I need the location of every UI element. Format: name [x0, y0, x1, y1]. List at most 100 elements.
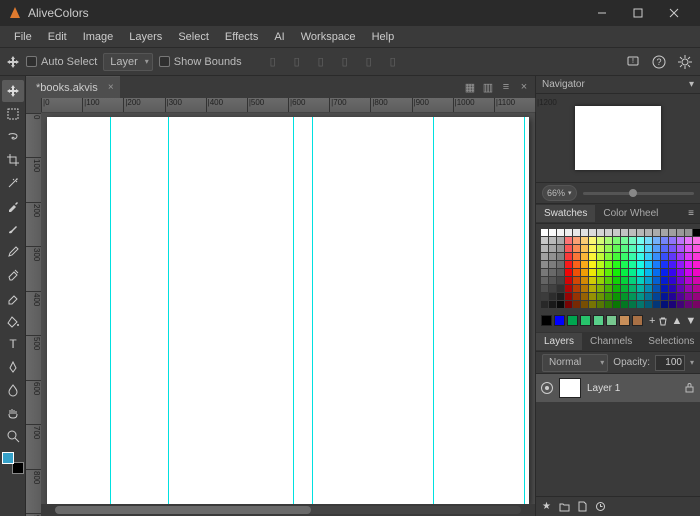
swatch-cell[interactable] — [629, 293, 636, 300]
swatch-cell[interactable] — [637, 293, 644, 300]
swatch-cell[interactable] — [597, 237, 604, 244]
swatch-cell[interactable] — [645, 253, 652, 260]
swatch-cell[interactable] — [629, 237, 636, 244]
swatch-cell[interactable] — [565, 253, 572, 260]
swatch-cell[interactable] — [541, 285, 548, 292]
swatch-cell[interactable] — [541, 293, 548, 300]
swatch-cell[interactable] — [573, 261, 580, 268]
swatch-cell[interactable] — [669, 229, 676, 236]
swatches-grid[interactable] — [541, 229, 695, 308]
swatch-cell[interactable] — [597, 229, 604, 236]
swatch-cell[interactable] — [597, 301, 604, 308]
swatch-cell[interactable] — [677, 253, 684, 260]
swatch-cell[interactable] — [549, 269, 556, 276]
swatch-cell[interactable] — [589, 253, 596, 260]
swatch-cell[interactable] — [693, 253, 700, 260]
zoom-value-button[interactable]: 66%▾ — [542, 185, 577, 201]
guide-vertical[interactable] — [293, 117, 294, 504]
swatch-cell[interactable] — [685, 261, 692, 268]
swatch-cell[interactable] — [541, 277, 548, 284]
menu-edit[interactable]: Edit — [40, 28, 75, 46]
crop-tool[interactable] — [2, 149, 24, 171]
swatch-cell[interactable] — [645, 261, 652, 268]
swatch-cell[interactable] — [653, 237, 660, 244]
eyedropper-tool[interactable] — [2, 195, 24, 217]
blend-mode-dropdown[interactable]: Normal — [542, 354, 608, 372]
swatch-cell[interactable] — [605, 261, 612, 268]
swatch-cell[interactable] — [549, 253, 556, 260]
swatch-cell[interactable] — [629, 245, 636, 252]
swatch-cell[interactable] — [661, 245, 668, 252]
swatch-cell[interactable] — [621, 229, 628, 236]
swatch-cell[interactable] — [637, 261, 644, 268]
lasso-tool[interactable] — [2, 126, 24, 148]
swatch-cell[interactable] — [669, 293, 676, 300]
swatch-cell[interactable] — [669, 253, 676, 260]
swatch-cell[interactable] — [589, 301, 596, 308]
swatch-cell[interactable] — [573, 245, 580, 252]
swatch-cell[interactable] — [557, 237, 564, 244]
swatch-cell[interactable] — [669, 261, 676, 268]
swatch-cell[interactable] — [613, 237, 620, 244]
swatch-cell[interactable] — [669, 277, 676, 284]
swatch-cell[interactable] — [653, 285, 660, 292]
menu-layers[interactable]: Layers — [121, 28, 170, 46]
swatch-cell[interactable] — [685, 245, 692, 252]
recent-swatch[interactable] — [593, 315, 604, 326]
swatch-cell[interactable] — [573, 285, 580, 292]
fill-tool[interactable] — [2, 310, 24, 332]
swatch-cell[interactable] — [613, 285, 620, 292]
swatch-cell[interactable] — [581, 245, 588, 252]
swatch-cell[interactable] — [581, 269, 588, 276]
swatch-cell[interactable] — [613, 293, 620, 300]
swatch-cell[interactable] — [693, 269, 700, 276]
swatch-cell[interactable] — [653, 277, 660, 284]
swatch-cell[interactable] — [677, 245, 684, 252]
swatch-cell[interactable] — [549, 301, 556, 308]
recent-swatch[interactable] — [541, 315, 552, 326]
swatch-cell[interactable] — [693, 245, 700, 252]
swatch-cell[interactable] — [693, 229, 700, 236]
swatch-delete-icon[interactable] — [658, 314, 668, 327]
swatch-cell[interactable] — [685, 253, 692, 260]
tab-close-icon[interactable]: × — [517, 80, 531, 94]
swatch-cell[interactable] — [589, 245, 596, 252]
rect-select-tool[interactable] — [2, 103, 24, 125]
swatch-cell[interactable] — [589, 237, 596, 244]
swatch-cell[interactable] — [637, 229, 644, 236]
menu-workspace[interactable]: Workspace — [293, 28, 364, 46]
swatch-cell[interactable] — [541, 229, 548, 236]
swatch-cell[interactable] — [557, 277, 564, 284]
swatch-cell[interactable] — [621, 277, 628, 284]
swatch-cell[interactable] — [621, 301, 628, 308]
tab-color-wheel[interactable]: Color Wheel — [595, 205, 666, 222]
swatch-cell[interactable] — [541, 253, 548, 260]
swatch-cell[interactable] — [581, 277, 588, 284]
swatch-cell[interactable] — [653, 269, 660, 276]
swatch-cell[interactable] — [677, 293, 684, 300]
wand-tool[interactable] — [2, 172, 24, 194]
swatch-cell[interactable] — [597, 293, 604, 300]
pencil-tool[interactable] — [2, 241, 24, 263]
swatch-cell[interactable] — [557, 301, 564, 308]
tab-selections[interactable]: Selections — [640, 333, 700, 350]
recent-swatch[interactable] — [632, 315, 643, 326]
swatch-cell[interactable] — [613, 245, 620, 252]
swatch-cell[interactable] — [565, 301, 572, 308]
swatch-down-icon[interactable]: ▼ — [685, 314, 696, 327]
swatch-cell[interactable] — [661, 269, 668, 276]
swatch-cell[interactable] — [549, 293, 556, 300]
swatch-cell[interactable] — [557, 229, 564, 236]
swatch-cell[interactable] — [677, 269, 684, 276]
swatch-cell[interactable] — [621, 237, 628, 244]
blur-tool[interactable] — [2, 379, 24, 401]
align-top-icon[interactable]: ▯ — [336, 53, 354, 71]
swatch-cell[interactable] — [605, 237, 612, 244]
swatch-cell[interactable] — [541, 237, 548, 244]
swatch-cell[interactable] — [685, 301, 692, 308]
swatch-cell[interactable] — [637, 277, 644, 284]
swatch-cell[interactable] — [605, 277, 612, 284]
swatch-cell[interactable] — [541, 261, 548, 268]
swatch-cell[interactable] — [589, 261, 596, 268]
swatch-cell[interactable] — [573, 277, 580, 284]
